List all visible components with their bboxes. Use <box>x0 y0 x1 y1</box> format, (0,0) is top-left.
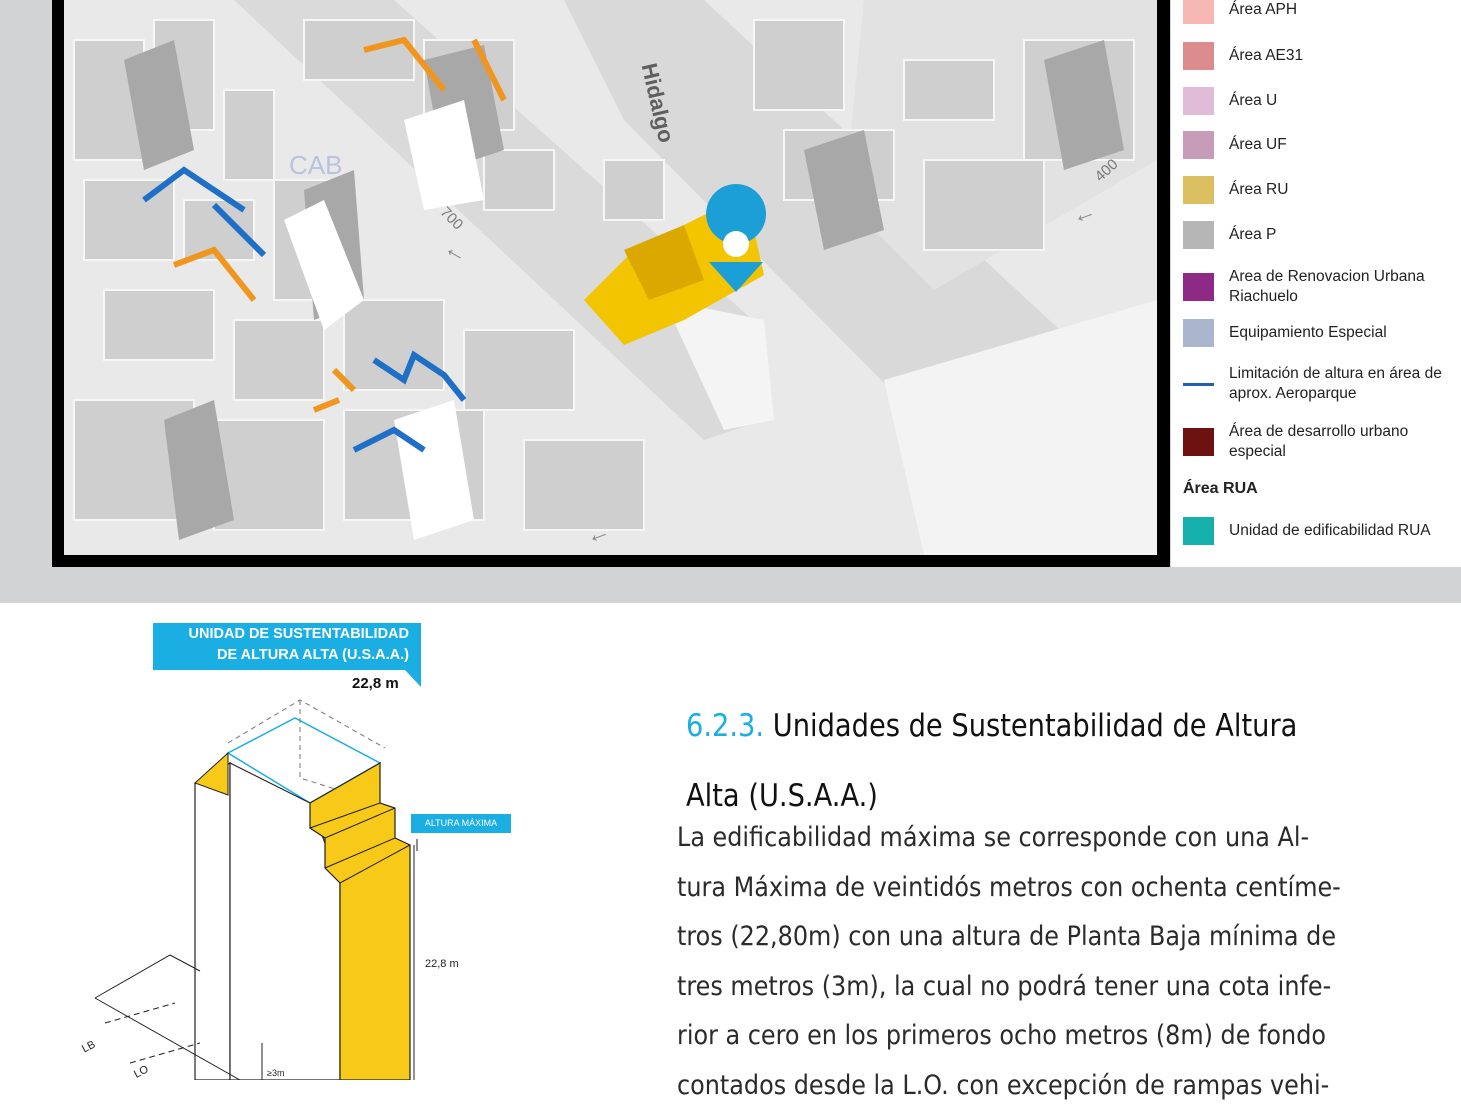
legend-label: Área RU <box>1229 180 1457 200</box>
map-band: Hidalgo 700 400 CAB ← ← ← Área APH Área … <box>0 0 1461 603</box>
map-view[interactable]: Hidalgo 700 400 CAB ← ← ← <box>64 0 1157 555</box>
legend-label: Área APH <box>1229 0 1457 20</box>
usaa-banner: UNIDAD DE SUSTENTABILIDAD DE ALTURA ALTA… <box>153 623 421 670</box>
legend-swatch <box>1183 273 1214 301</box>
body-line: tura Máxima de veintidós metros con oche… <box>677 863 1358 913</box>
section-body: La edificabilidad máxima se corresponde … <box>677 813 1358 1110</box>
map-legend: Área APH Área AE31 Área U Área UF Área R… <box>1171 0 1461 567</box>
legend-item: Área UF <box>1183 131 1457 159</box>
ground-min-label: ≥3m <box>267 1068 284 1078</box>
document-section: UNIDAD DE SUSTENTABILIDAD DE ALTURA ALTA… <box>0 603 1461 1080</box>
legend-swatch <box>1183 0 1214 24</box>
legend-swatch <box>1183 428 1214 456</box>
body-line: rior a cero en los primeros ocho metros … <box>677 1011 1358 1061</box>
legend-label: Area de Renovacion Urbana Riachuelo <box>1229 267 1457 307</box>
section-number: 6.2.3. <box>686 708 764 744</box>
section-title: 6.2.3. Unidades de Sustentabilidad de Al… <box>686 691 1320 831</box>
body-line: contados desde la L.O. con excepción de … <box>677 1061 1358 1110</box>
usaa-diagram <box>0 603 620 1080</box>
map-overlay-text: CAB <box>289 150 342 181</box>
legend-heading: Área RUA <box>1183 480 1258 498</box>
legend-swatch <box>1183 319 1214 347</box>
legend-label: Unidad de edificabilidad RUA <box>1229 521 1457 541</box>
legend-swatch <box>1183 42 1214 70</box>
legend-label: Limitación de altura en área de aprox. A… <box>1229 364 1457 404</box>
dimension-label: 22,8 m <box>425 958 459 970</box>
legend-item: Área RU <box>1183 176 1457 204</box>
legend-label: Área U <box>1229 91 1457 111</box>
legend-item: Equipamiento Especial <box>1183 319 1457 347</box>
map-frame: Hidalgo 700 400 CAB ← ← ← <box>52 0 1170 567</box>
banner-line: DE ALTURA ALTA (U.S.A.A.) <box>153 645 409 666</box>
usaa-height-label: 22,8 m <box>352 675 399 692</box>
legend-swatch <box>1183 131 1214 159</box>
legend-swatch <box>1183 517 1214 545</box>
body-line: La edificabilidad máxima se corresponde … <box>677 813 1358 863</box>
legend-swatch <box>1183 87 1214 115</box>
legend-item: Unidad de edificabilidad RUA <box>1183 517 1457 545</box>
map-canvas <box>64 0 1157 555</box>
legend-item: Área P <box>1183 221 1457 249</box>
legend-item: Limitación de altura en área de aprox. A… <box>1183 364 1457 404</box>
body-line: tres metros (3m), la cual no podrá tener… <box>677 962 1358 1012</box>
legend-label: Área UF <box>1229 135 1457 155</box>
legend-item: Área U <box>1183 87 1457 115</box>
legend-line <box>1183 383 1214 386</box>
altura-maxima-tag: ALTURA MÁXIMA <box>411 814 511 833</box>
banner-line: UNIDAD DE SUSTENTABILIDAD <box>153 624 409 645</box>
legend-swatch <box>1183 221 1214 249</box>
body-line: tros (22,80m) con una altura de Planta B… <box>677 912 1358 962</box>
legend-item: Área AE31 <box>1183 42 1457 70</box>
legend-item: Area de Renovacion Urbana Riachuelo <box>1183 267 1457 307</box>
legend-label: Área P <box>1229 225 1457 245</box>
legend-label: Área AE31 <box>1229 46 1457 66</box>
legend-swatch <box>1183 176 1214 204</box>
legend-item: Área APH <box>1183 0 1457 24</box>
legend-label: Área de desarrollo urbano especial <box>1229 422 1457 462</box>
legend-item: Área de desarrollo urbano especial <box>1183 422 1457 462</box>
section-title-line1: Unidades de Sustentabilidad de Altura <box>773 708 1298 744</box>
legend-label: Equipamiento Especial <box>1229 323 1457 343</box>
